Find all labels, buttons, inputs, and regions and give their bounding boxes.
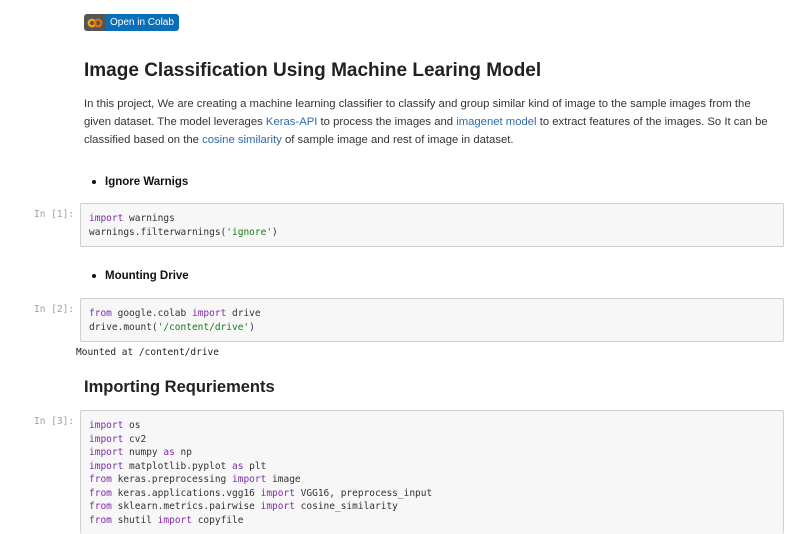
keyword: from <box>89 474 112 485</box>
section-heading: Importing Requriements <box>84 378 275 396</box>
keras-api-link[interactable]: Keras-API <box>266 116 317 128</box>
code-text: np <box>174 447 192 458</box>
intro-text-4: of sample image and rest of image in dat… <box>281 134 514 146</box>
code-line: from shutil import copyfile <box>89 514 775 528</box>
code-text: drive <box>226 308 261 319</box>
code-text: plt <box>243 460 267 472</box>
code-text: matplotlib.pyplot <box>123 460 232 472</box>
code-cell-2[interactable]: from google.colab import drive drive.mou… <box>80 298 784 342</box>
keyword: import <box>89 420 124 431</box>
code-text: VGG16, preprocess_input <box>294 487 433 499</box>
keyword: from <box>89 308 112 319</box>
cosine-similarity-link[interactable]: cosine similarity <box>202 134 282 146</box>
code-line: import matplotlib.pyplot as plt <box>89 460 775 474</box>
keyword: import <box>260 487 295 499</box>
code-cell-1[interactable]: import warnings warnings.filterwarnings(… <box>80 203 784 247</box>
section-label: Ignore Warnigs <box>105 176 189 188</box>
section-mounting-drive: Mounting Drive <box>92 270 189 282</box>
colab-logo-icon <box>84 14 106 31</box>
keyword: import <box>260 501 295 512</box>
code-line: import numpy as np <box>89 446 775 460</box>
string-literal: '/content/drive' <box>157 321 250 333</box>
code-text: image <box>266 474 301 485</box>
cell-prompt: In [2]: <box>34 304 75 315</box>
code-line: warnings.filterwarnings('ignore') <box>89 226 775 240</box>
open-in-colab-badge[interactable]: Open in Colab <box>84 14 179 31</box>
code-text: numpy <box>123 447 164 458</box>
code-cell-3[interactable]: import os import cv2 import numpy as np … <box>80 410 784 534</box>
code-line: from keras.applications.vgg16 import VGG… <box>89 487 775 501</box>
keyword: import <box>191 308 227 319</box>
cell-output: Mounted at /content/drive <box>76 347 219 358</box>
keyword: from <box>89 487 112 499</box>
code-text: google.colab <box>111 308 192 319</box>
code-line: import warnings <box>89 212 775 226</box>
keyword: as <box>163 447 175 458</box>
code-text: keras.applications.vgg16 <box>111 487 261 499</box>
code-line: import cv2 <box>89 433 775 447</box>
code-line: import os <box>89 419 775 433</box>
section-label: Mounting Drive <box>105 270 189 282</box>
keyword: from <box>89 501 112 512</box>
code-line: from sklearn.metrics.pairwise import cos… <box>89 500 775 514</box>
imagenet-model-link[interactable]: imagenet model <box>456 116 536 128</box>
keyword: import <box>232 474 267 485</box>
notebook: Open in Colab Image Classification Using… <box>0 0 800 534</box>
code-text: copyfile <box>191 514 244 526</box>
code-text: keras.preprocessing <box>111 474 232 485</box>
keyword: import <box>89 447 124 458</box>
code-line: drive.mount('/content/drive') <box>89 321 775 335</box>
code-text: warnings <box>123 213 175 224</box>
code-text: cosine_similarity <box>294 501 398 512</box>
string-literal: 'ignore' <box>226 226 273 238</box>
code-text: sklearn.metrics.pairwise <box>111 501 261 512</box>
keyword: from <box>89 514 112 526</box>
keyword: as <box>232 460 244 472</box>
section-ignore-warnings: Ignore Warnigs <box>92 176 188 188</box>
code-text: warnings.filterwarnings( <box>89 226 227 238</box>
bullet-dot <box>92 274 96 278</box>
bullet-dot <box>92 180 96 184</box>
code-text: shutil <box>111 514 158 526</box>
code-line: from keras.preprocessing import image <box>89 473 775 487</box>
keyword: import <box>89 460 124 472</box>
code-text: drive.mount( <box>89 321 158 333</box>
cell-prompt: In [3]: <box>34 416 75 427</box>
badge-label: Open in Colab <box>106 14 179 31</box>
code-text: cv2 <box>123 433 147 445</box>
keyword: import <box>89 433 124 445</box>
keyword: import <box>157 514 192 526</box>
intro-paragraph: In this project, We are creating a machi… <box>84 95 774 149</box>
keyword: import <box>89 213 124 224</box>
code-text: ) <box>249 321 255 333</box>
page-title: Image Classification Using Machine Leari… <box>84 60 542 81</box>
intro-text-2: to process the images and <box>317 116 457 128</box>
code-text: os <box>123 420 141 431</box>
code-line: from google.colab import drive <box>89 307 775 321</box>
cell-prompt: In [1]: <box>34 209 75 220</box>
code-text: ) <box>272 226 278 238</box>
